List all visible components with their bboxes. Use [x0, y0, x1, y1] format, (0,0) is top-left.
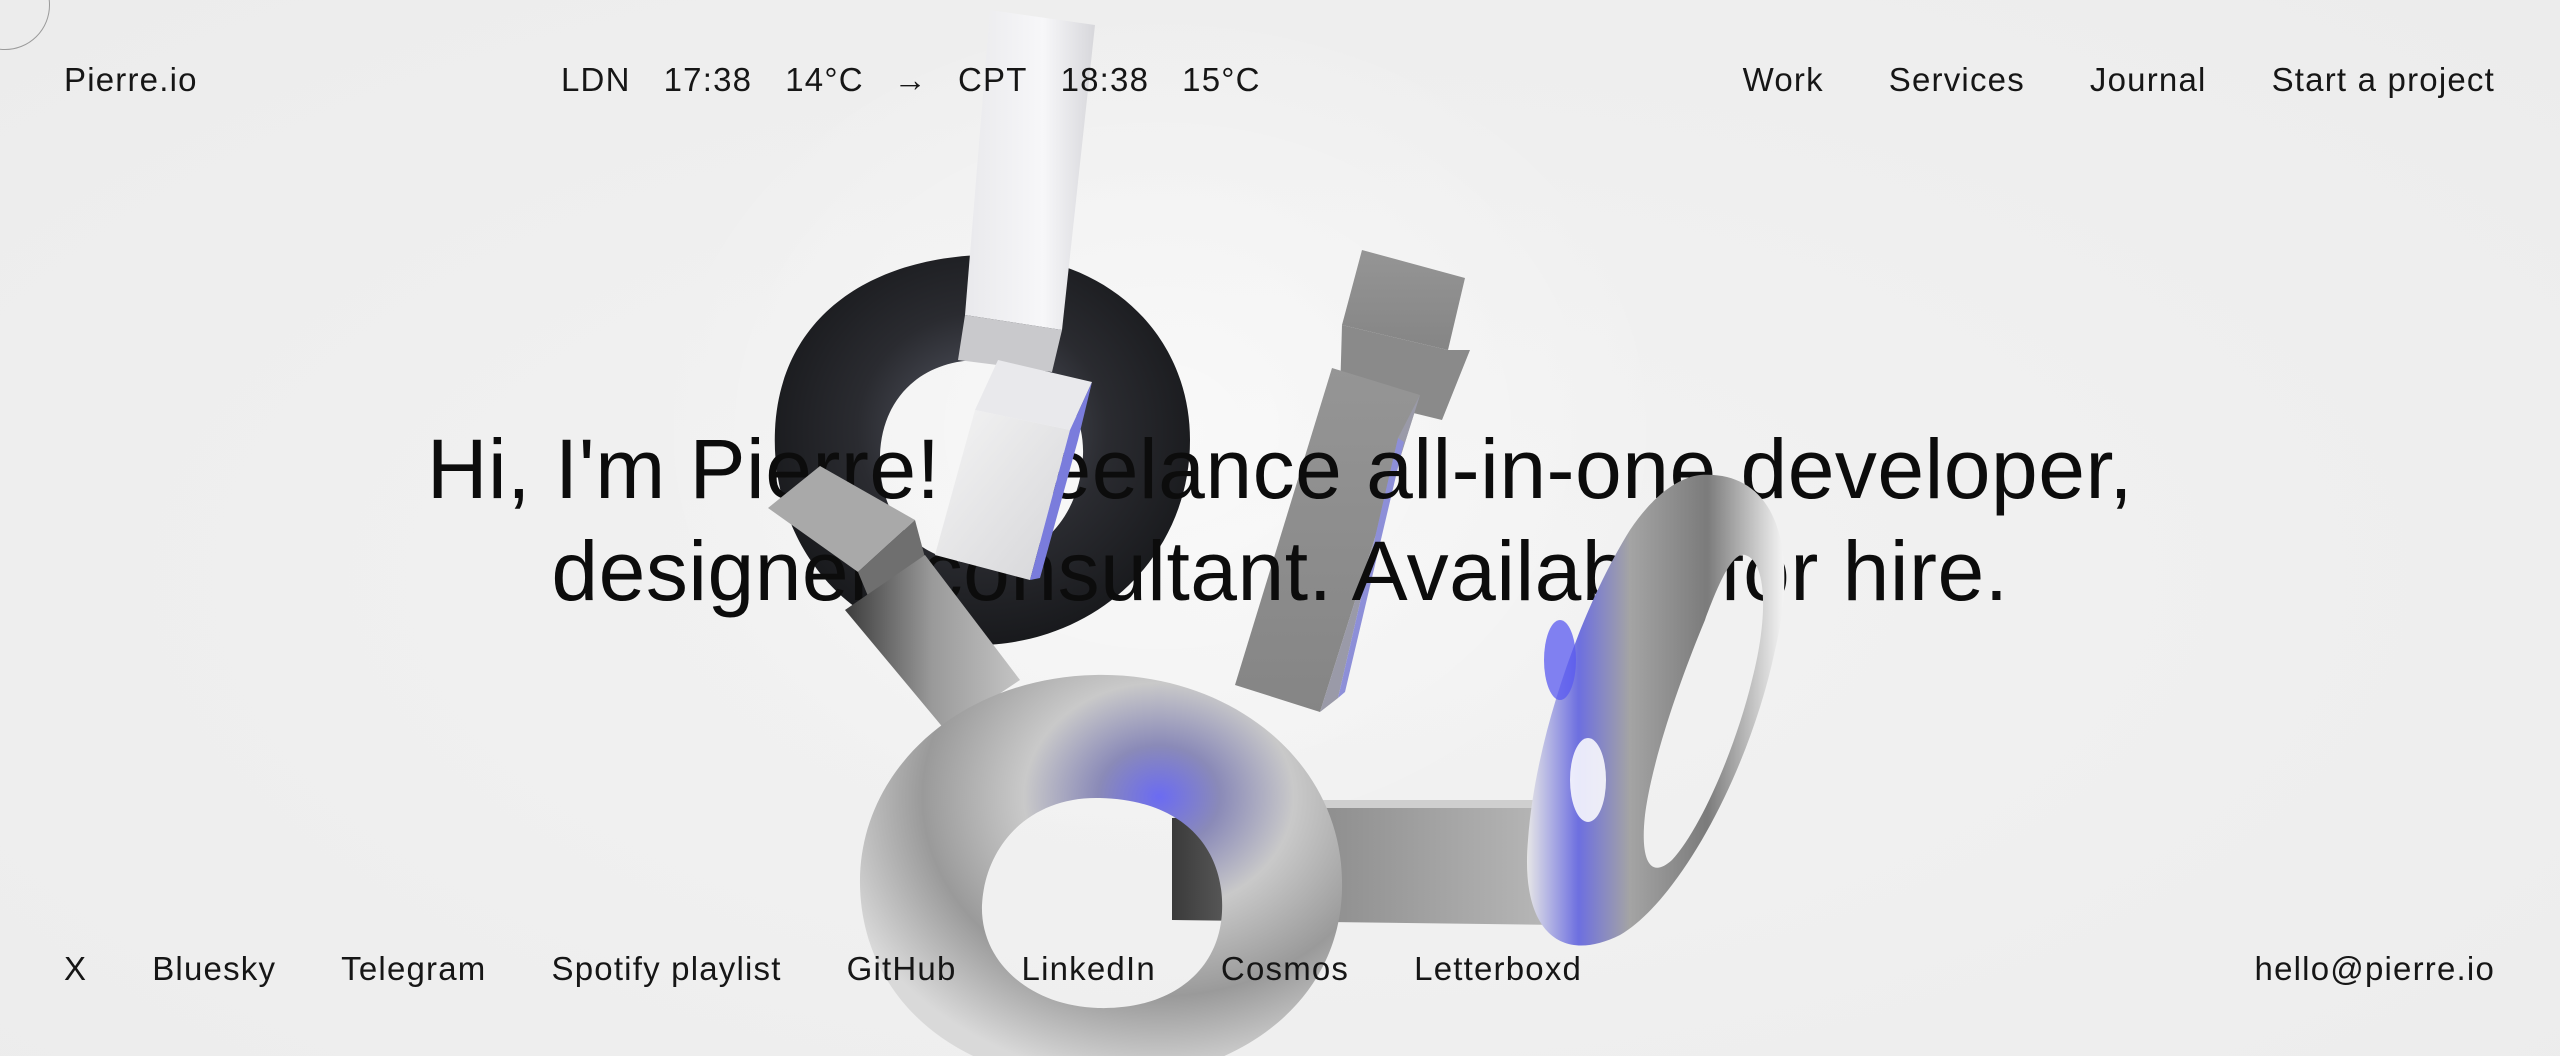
link-github[interactable]: GitHub — [847, 952, 957, 985]
link-cosmos[interactable]: Cosmos — [1221, 952, 1349, 985]
main-nav: Work Services Journal Start a project — [1743, 63, 2495, 96]
time-cape-town: 18:38 — [1060, 61, 1150, 98]
arrow-right-icon: → — [893, 61, 928, 98]
nav-work[interactable]: Work — [1743, 63, 1824, 96]
nav-journal[interactable]: Journal — [2090, 63, 2207, 96]
hero-headline: Hi, I'm Pierre! Freelance all-in-one dev… — [0, 418, 2560, 622]
nav-services[interactable]: Services — [1889, 63, 2025, 96]
city-london: LDN — [561, 61, 631, 98]
link-bluesky[interactable]: Bluesky — [152, 952, 276, 985]
page: Hi, I'm Pierre! Freelance all-in-one dev… — [0, 0, 2560, 1056]
link-x[interactable]: X — [64, 952, 87, 985]
social-links: X Bluesky Telegram Spotify playlist GitH… — [64, 952, 1582, 985]
link-spotify-playlist[interactable]: Spotify playlist — [552, 952, 782, 985]
time-london: 17:38 — [663, 61, 753, 98]
site-logo[interactable]: Pierre.io — [64, 63, 198, 96]
link-linkedin[interactable]: LinkedIn — [1022, 952, 1156, 985]
temp-cape-town: 15°C — [1182, 61, 1261, 98]
link-letterboxd[interactable]: Letterboxd — [1414, 952, 1582, 985]
nav-start-a-project[interactable]: Start a project — [2272, 63, 2495, 96]
email-link[interactable]: hello@pierre.io — [2255, 952, 2495, 985]
timezone-clock: LDN 17:38 14°C → CPT 18:38 15°C — [561, 63, 1261, 96]
link-telegram[interactable]: Telegram — [341, 952, 486, 985]
city-cape-town: CPT — [957, 61, 1028, 98]
hero-line-2: designer, consultant. Available for hire… — [551, 524, 2009, 618]
hero-line-1: Hi, I'm Pierre! Freelance all-in-one dev… — [426, 422, 2134, 516]
temp-london: 14°C — [785, 61, 864, 98]
